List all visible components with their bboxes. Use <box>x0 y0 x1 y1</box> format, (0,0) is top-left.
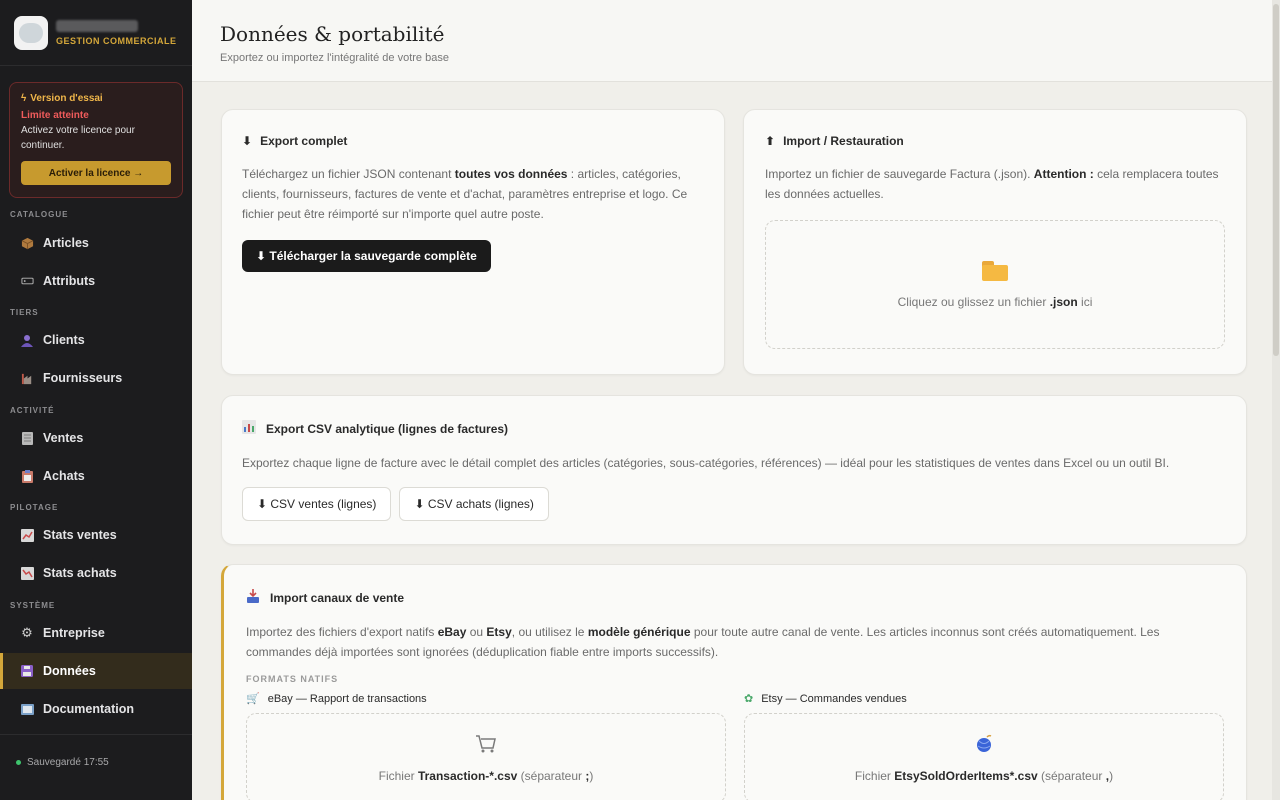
brand-subtitle: GESTION COMMERCIALE <box>56 35 177 46</box>
import-restore-description: Importez un fichier de sauvegarde Factur… <box>765 167 1219 201</box>
sales-channels-card: Import canaux de vente Importez des fich… <box>221 564 1247 800</box>
native-formats-label: FORMATS NATIFS <box>246 674 339 684</box>
ebay-dropzone[interactable]: Fichier Transaction-*.csv (séparateur ;) <box>246 713 726 800</box>
tag-icon <box>20 274 34 288</box>
box-icon <box>20 236 34 250</box>
trial-limit: Limite atteinte <box>21 110 89 121</box>
gear-icon: ⚙ <box>21 625 33 640</box>
book-icon <box>20 702 34 716</box>
bar-chart-icon <box>242 420 256 437</box>
json-dropzone[interactable]: Cliquez ou glissez un fichier .json ici <box>765 220 1225 349</box>
csv-sales-button[interactable]: ⬇ CSV ventes (lignes) <box>242 487 392 521</box>
cart-icon: 🛒 <box>246 693 260 705</box>
brand-name-redacted <box>56 19 138 32</box>
card-title: Export CSV analytique (lignes de facture… <box>266 421 509 436</box>
herb-icon: ✿ <box>744 693 754 705</box>
section-systeme: SYSTÈME <box>10 601 56 610</box>
floppy-disk-icon <box>20 664 34 678</box>
etsy-dropzone[interactable]: Fichier EtsySoldOrderItems*.csv (séparat… <box>744 713 1224 800</box>
upload-arrow-icon: ⬆ <box>765 134 776 148</box>
section-catalogue: CATALOGUE <box>10 210 69 219</box>
csv-export-card: Export CSV analytique (lignes de facture… <box>221 395 1247 545</box>
sidebar-item-documentation[interactable]: Documentation <box>0 691 192 727</box>
user-icon <box>20 333 34 347</box>
lightning-icon: ϟ <box>21 93 27 104</box>
page-subtitle: Exportez ou importez l'intégralité de vo… <box>220 52 449 64</box>
card-title: Import canaux de vente <box>270 590 405 605</box>
chart-down-icon <box>20 566 34 580</box>
page-header: Données & portabilité Exportez ou import… <box>192 0 1280 82</box>
card-title: Export complet <box>260 134 348 148</box>
import-restore-card: ⬆ Import / Restauration Importez un fichi… <box>743 109 1247 375</box>
download-full-backup-button[interactable]: ⬇ Télécharger la sauvegarde complète <box>242 240 491 272</box>
clipboard-icon <box>20 469 34 483</box>
sidebar-item-stats-achats[interactable]: Stats achats <box>0 555 192 591</box>
yarn-ball-icon <box>975 734 993 757</box>
export-full-description: Téléchargez un fichier JSON contenant to… <box>242 167 688 221</box>
csv-purchases-button[interactable]: ⬇ CSV achats (lignes) <box>399 487 549 521</box>
csv-export-description: Exportez chaque ligne de facture avec le… <box>242 456 1170 470</box>
sidebar-item-fournisseurs[interactable]: Fournisseurs <box>0 360 192 396</box>
sidebar-item-achats[interactable]: Achats <box>0 458 192 494</box>
folder-icon <box>982 260 1008 281</box>
brand: GESTION COMMERCIALE <box>0 0 192 66</box>
trial-title: Version d'essai <box>30 93 103 104</box>
ebay-format-title: eBay — Rapport de transactions <box>267 692 427 705</box>
section-pilotage: PILOTAGE <box>10 503 59 512</box>
scrollbar-thumb[interactable] <box>1273 4 1279 356</box>
trial-banner: ϟ Version d'essai Limite atteinte Activez… <box>9 82 183 198</box>
card-title: Import / Restauration <box>783 134 904 148</box>
chart-up-icon <box>20 528 34 542</box>
main-content: Données & portabilité Exportez ou import… <box>192 0 1280 800</box>
shopping-cart-icon <box>475 734 497 757</box>
sidebar-item-donnees[interactable]: Données <box>0 653 192 689</box>
download-arrow-icon: ⬇ <box>242 134 253 148</box>
etsy-format-title: Etsy — Commandes vendues <box>761 692 907 705</box>
sidebar: GESTION COMMERCIALE ϟ Version d'essai Lim… <box>0 0 192 800</box>
sidebar-item-attributs[interactable]: Attributs <box>0 263 192 299</box>
app-logo <box>14 15 48 50</box>
section-activite: ACTIVITÉ <box>10 406 55 415</box>
inbox-tray-icon <box>246 589 260 606</box>
sidebar-item-stats-ventes[interactable]: Stats ventes <box>0 517 192 553</box>
activate-license-button[interactable]: Activer la licence → <box>21 161 171 185</box>
sidebar-item-ventes[interactable]: Ventes <box>0 420 192 456</box>
factory-icon <box>20 371 34 385</box>
save-status: Sauvegardé 17:55 <box>0 734 192 790</box>
sidebar-item-clients[interactable]: Clients <box>0 322 192 358</box>
sidebar-item-articles[interactable]: Articles <box>0 225 192 261</box>
channels-description: Importez des fichiers d'export natifs eB… <box>246 625 1160 659</box>
scrollbar[interactable] <box>1272 0 1280 800</box>
page-title: Données & portabilité <box>220 22 445 46</box>
export-full-card: ⬇ Export complet Téléchargez un fichier J… <box>221 109 725 375</box>
ledger-icon <box>20 431 34 445</box>
status-dot <box>16 760 21 765</box>
section-tiers: TIERS <box>10 308 39 317</box>
trial-text: Activez votre licence pour continuer. <box>21 125 135 151</box>
sidebar-item-entreprise[interactable]: ⚙ Entreprise <box>0 615 192 651</box>
